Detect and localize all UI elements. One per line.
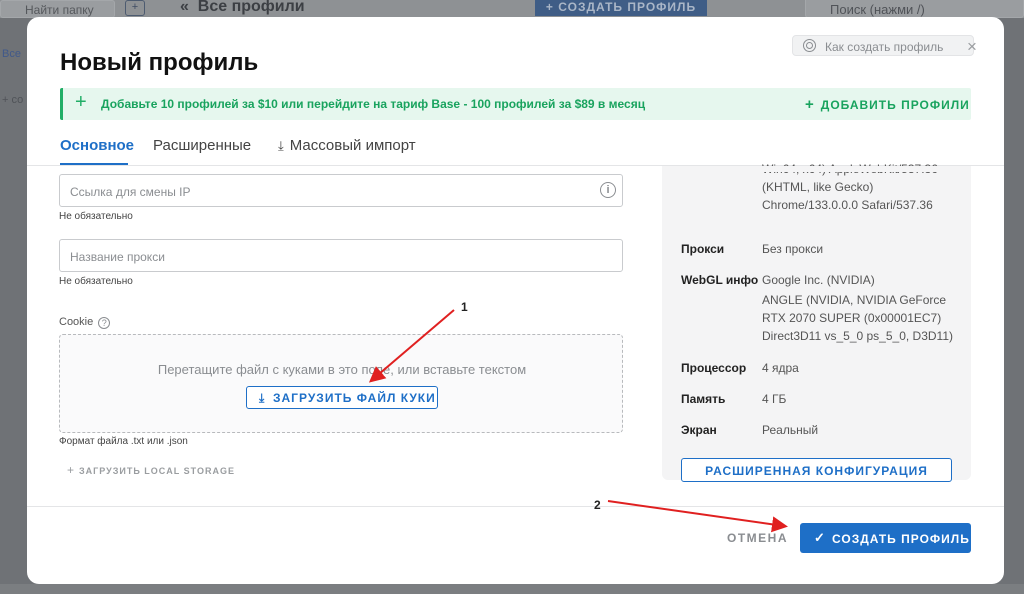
dialog-title: Новый профиль	[60, 49, 259, 76]
upload-cookie-label: ЗАГРУЗИТЬ ФАЙЛ КУКИ	[273, 391, 436, 405]
file-format-hint: Формат файла .txt или .json	[59, 436, 188, 447]
proxy-value: Без прокси	[762, 240, 962, 258]
add-folder-icon[interactable]: +	[125, 0, 145, 16]
page-title-text: Все профили	[197, 0, 305, 15]
cpu-value: 4 ядра	[762, 359, 962, 377]
download-icon: ⤓	[278, 138, 284, 153]
new-profile-dialog: Новый профиль Как создать профиль × + До…	[27, 17, 1004, 584]
add-profiles-label: ДОБАВИТЬ ПРОФИЛИ	[820, 98, 970, 112]
proxy-name-placeholder: Название прокси	[70, 250, 165, 264]
cancel-button[interactable]: ОТМЕНА	[727, 531, 788, 545]
profile-summary-panel: Win64; x64) AppleWebKit/537.36 (KHTML, l…	[662, 162, 971, 482]
close-icon[interactable]: ×	[967, 37, 977, 57]
create-profile-button[interactable]: ✓ СОЗДАТЬ ПРОФИЛЬ	[800, 523, 971, 553]
panel-scroll-clip	[762, 166, 962, 172]
bg-create-profile-button[interactable]: + СОЗДАТЬ ПРОФИЛЬ	[535, 0, 707, 16]
tab-advanced[interactable]: Расширенные	[153, 137, 251, 154]
help-icon[interactable]: ?	[98, 317, 111, 329]
howto-label: Как создать профиль	[825, 40, 944, 54]
annotation-label-2: 2	[594, 498, 601, 512]
background-footer	[0, 584, 1024, 594]
sidebar-item-create[interactable]: + со	[2, 94, 23, 106]
ua-line: (KHTML, like Gecko)	[762, 180, 874, 194]
check-icon: ✓	[814, 530, 826, 545]
ip-change-url-input[interactable]: Ссылка для смены IP i	[59, 174, 623, 207]
lifebuoy-icon	[803, 39, 816, 52]
create-profile-label: СОЗДАТЬ ПРОФИЛЬ	[832, 532, 970, 546]
add-profiles-button[interactable]: + ДОБАВИТЬ ПРОФИЛИ	[805, 96, 970, 113]
memory-key: Память	[681, 392, 726, 406]
plus-icon: +	[67, 463, 76, 477]
tab-bulk-import[interactable]: ⤓ Массовый импорт	[278, 137, 416, 154]
webgl-value: Google Inc. (NVIDIA) ANGLE (NVIDIA, NVID…	[762, 271, 962, 345]
upload-cookie-button[interactable]: ⤓ ЗАГРУЗИТЬ ФАЙЛ КУКИ	[246, 386, 438, 409]
proxy-name-hint: Не обязательно	[59, 276, 133, 287]
webgl-line: ANGLE (NVIDIA, NVIDIA GeForce	[762, 293, 947, 307]
cookie-label-text: Cookie	[59, 316, 94, 328]
footer-divider	[27, 506, 1004, 507]
plus-icon: +	[805, 96, 815, 113]
profile-search-input[interactable]: Поиск (нажми /)	[805, 0, 1024, 18]
webgl-line: Google Inc. (NVIDIA)	[762, 273, 875, 287]
upgrade-banner: + Добавьте 10 профилей за $10 или перейд…	[60, 88, 971, 120]
tab-bulk-import-label: Массовый импорт	[289, 137, 416, 154]
sidebar-item-all[interactable]: Все	[2, 48, 21, 60]
proxy-value-line: Без прокси	[762, 242, 824, 256]
webgl-line: RTX 2070 SUPER (0x00001EC7)	[762, 311, 942, 325]
howto-button[interactable]: Как создать профиль	[792, 35, 974, 56]
proxy-name-input[interactable]: Название прокси	[59, 239, 623, 272]
ip-change-placeholder: Ссылка для смены IP	[70, 185, 191, 199]
screen-value-line: Реальный	[762, 423, 819, 437]
annotation-label-1: 1	[461, 300, 468, 314]
download-icon: ⤓	[259, 391, 266, 405]
upload-local-storage-button[interactable]: + ЗАГРУЗИТЬ LOCAL STORAGE	[67, 463, 235, 477]
advanced-config-button[interactable]: РАСШИРЕННАЯ КОНФИГУРАЦИЯ	[681, 458, 952, 482]
local-storage-label: ЗАГРУЗИТЬ LOCAL STORAGE	[79, 466, 235, 476]
screen-key: Экран	[681, 423, 717, 437]
ua-line: Chrome/133.0.0.0 Safari/537.36	[762, 198, 933, 212]
ip-change-hint: Не обязательно	[59, 211, 133, 222]
page-title: « Все профили	[180, 0, 305, 16]
cpu-value-line: 4 ядра	[762, 361, 799, 375]
cookie-dropzone[interactable]: Перетащите файл с куками в это поле, или…	[59, 334, 623, 433]
banner-text: Добавьте 10 профилей за $10 или перейдит…	[101, 97, 646, 111]
proxy-key: Прокси	[681, 242, 725, 256]
webgl-key: WebGL инфо	[681, 273, 759, 287]
webgl-line: Direct3D11 vs_5_0 ps_5_0, D3D11)	[762, 329, 953, 343]
back-icon[interactable]: «	[180, 0, 198, 15]
dropzone-text: Перетащите файл с куками в это поле, или…	[157, 362, 527, 377]
cpu-key: Процессор	[681, 361, 747, 375]
memory-value-line: 4 ГБ	[762, 392, 787, 406]
memory-value: 4 ГБ	[762, 390, 962, 408]
tab-basic[interactable]: Основное	[60, 137, 134, 154]
folder-search-input[interactable]: Найти папку	[0, 0, 115, 18]
cookie-label: Cookie ?	[59, 316, 111, 329]
screen-value: Реальный	[762, 421, 962, 439]
plus-icon: +	[75, 91, 87, 113]
info-icon[interactable]: i	[600, 182, 616, 198]
